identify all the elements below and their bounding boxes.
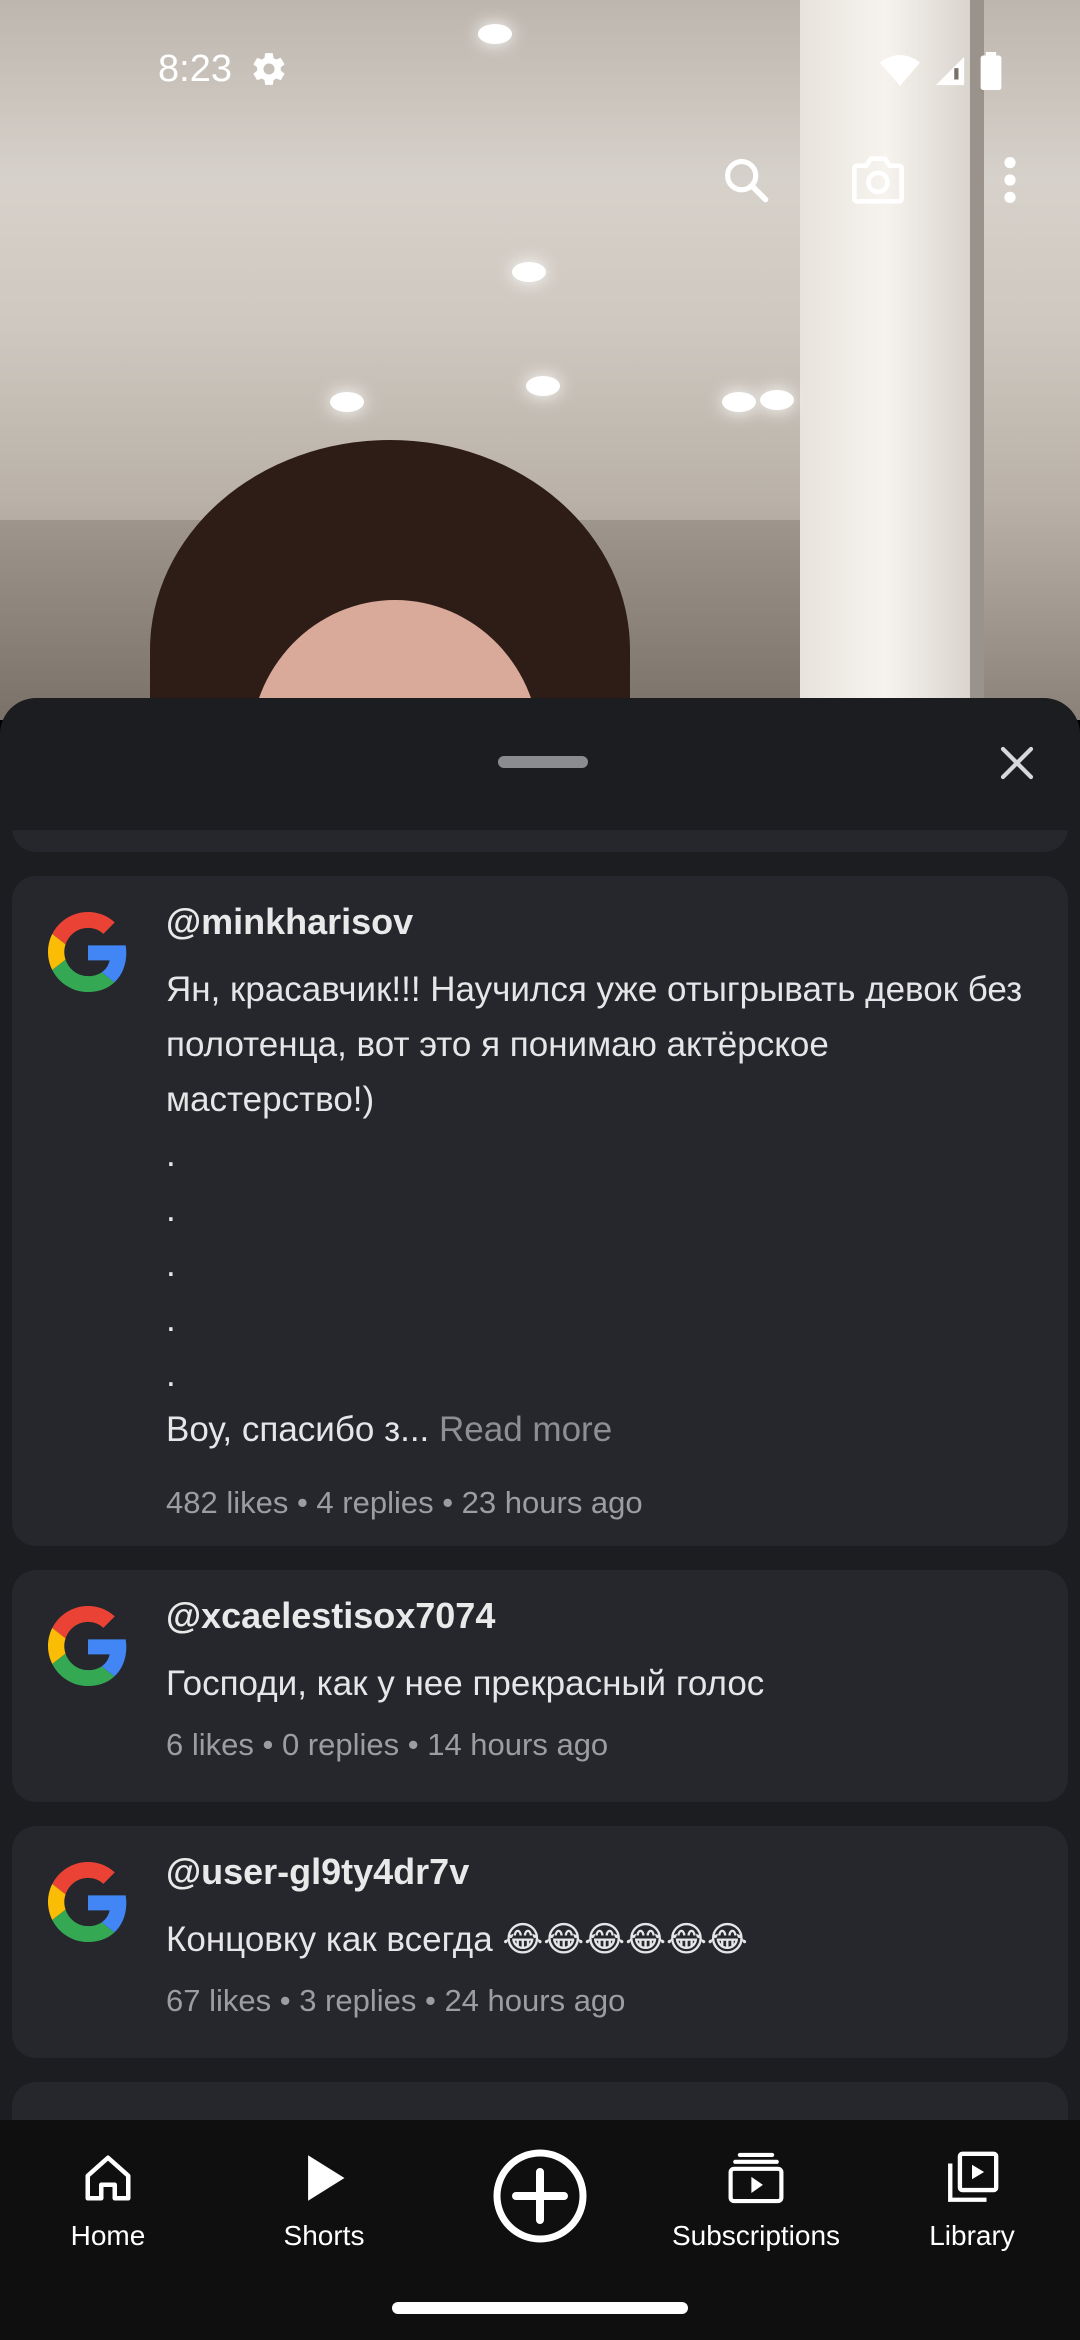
ceiling-light (526, 376, 560, 396)
nav-label-library: Library (929, 2220, 1015, 2251)
play-icon (308, 2155, 345, 2201)
comments-sheet: @minkharisov Ян, красавчик!!! Научился у… (0, 698, 1080, 2120)
wifi-icon (880, 55, 920, 86)
bottom-nav: Home Shorts Subscriptions Library (0, 2120, 1080, 2272)
create-icon (493, 2149, 587, 2243)
comment-meta[interactable]: 67 likes • 3 replies • 24 hours ago (166, 1981, 1038, 2021)
search-icon (724, 158, 769, 203)
nav-label-home: Home (70, 2220, 146, 2251)
ceiling-light (760, 390, 794, 410)
nav-shorts[interactable]: Shorts (216, 2120, 432, 2272)
settings-gear-icon (253, 53, 285, 85)
home-icon (85, 2155, 131, 2201)
close-icon (1000, 746, 1034, 780)
comment-author[interactable]: @minkharisov (166, 900, 1038, 944)
ceiling-light (330, 392, 364, 412)
status-time: 8:23 (158, 48, 232, 90)
comments-list[interactable]: @minkharisov Ян, красавчик!!! Научился у… (0, 830, 1080, 2120)
battery-icon (980, 52, 1002, 90)
nav-home[interactable]: Home (0, 2120, 216, 2272)
comment-text-content: Ян, красавчик!!! Научился уже отыгрывать… (166, 970, 1023, 1449)
ceiling-light (722, 392, 756, 412)
ceiling-light (512, 262, 546, 282)
comment-meta[interactable]: 6 likes • 0 replies • 14 hours ago (166, 1725, 1038, 1765)
close-button[interactable] (992, 738, 1042, 788)
comment-card-next[interactable] (12, 2082, 1068, 2120)
google-avatar-icon (48, 1606, 127, 1686)
gesture-bar[interactable] (392, 2302, 688, 2314)
comment-author[interactable]: @xcaelestisox7074 (166, 1594, 1038, 1638)
nav-create[interactable] (432, 2120, 648, 2272)
google-avatar-icon (48, 912, 127, 992)
comment-body: @user-gl9ty4dr7v Концовку как всегда 😂😂😂… (166, 1850, 1038, 2021)
library-icon (948, 2151, 999, 2202)
status-bar: 8:23 (0, 0, 1080, 140)
nav-label-subscriptions: Subscriptions (671, 2220, 841, 2251)
more-vert-icon (1004, 157, 1016, 203)
sheet-header (0, 698, 1080, 830)
comment-card[interactable]: @xcaelestisox7074 Господи, как у нее пре… (12, 1570, 1068, 1802)
nav-subscriptions[interactable]: Subscriptions (648, 2120, 864, 2272)
nav-library[interactable]: Library (864, 2120, 1080, 2272)
comment-card-previous (12, 830, 1068, 852)
comment-meta[interactable]: 482 likes • 4 replies • 23 hours ago (166, 1483, 1038, 1523)
subscriptions-icon (728, 2152, 784, 2204)
status-icons (880, 52, 1002, 90)
camera-icon (852, 156, 904, 204)
google-avatar-icon (48, 1862, 127, 1942)
top-actions (716, 140, 1080, 220)
comment-author[interactable]: @user-gl9ty4dr7v (166, 1850, 1038, 1894)
read-more-link[interactable]: Read more (439, 1410, 612, 1449)
comment-text: Ян, красавчик!!! Научился уже отыгрывать… (166, 962, 1038, 1457)
nav-label-shorts: Shorts (283, 2220, 365, 2251)
comment-card[interactable]: @minkharisov Ян, красавчик!!! Научился у… (12, 876, 1068, 1546)
comment-text: Концовку как всегда 😂😂😂😂😂😂 (166, 1920, 748, 1959)
comment-body: @minkharisov Ян, красавчик!!! Научился у… (166, 900, 1038, 1523)
camera-button[interactable] (848, 150, 908, 210)
comment-card[interactable]: @user-gl9ty4dr7v Концовку как всегда 😂😂😂… (12, 1826, 1068, 2058)
search-button[interactable] (716, 150, 776, 210)
more-options-button[interactable] (980, 150, 1040, 210)
comment-body: @xcaelestisox7074 Господи, как у нее пре… (166, 1594, 1038, 1765)
cell-signal-icon (935, 56, 965, 86)
comment-text: Господи, как у нее прекрасный голос (166, 1664, 765, 1703)
gesture-area (0, 2272, 1080, 2340)
drag-handle[interactable] (498, 756, 588, 768)
